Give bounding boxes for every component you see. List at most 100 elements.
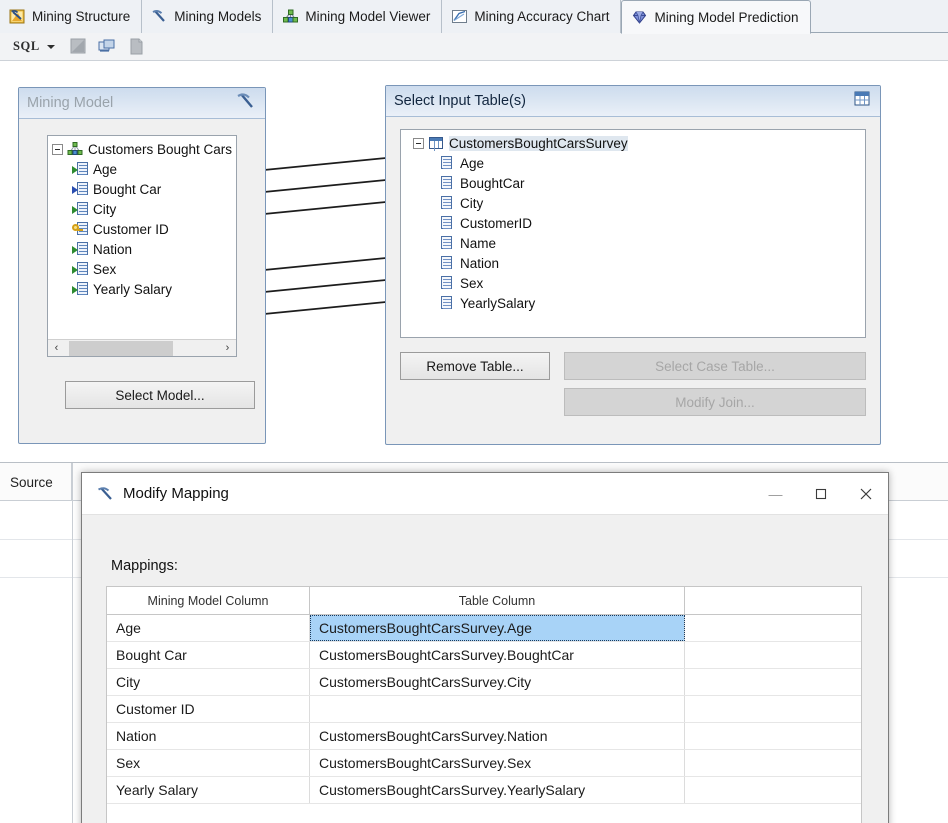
model-network-icon xyxy=(67,141,83,157)
modify-mapping-dialog: Modify Mapping — Mappings: Mining Model … xyxy=(81,472,889,823)
select-model-button[interactable]: Select Model... xyxy=(65,381,255,409)
table-column-icon xyxy=(439,255,455,271)
tree-item-customer-id[interactable]: Customer ID xyxy=(48,219,236,239)
pickaxe-icon[interactable] xyxy=(235,91,257,115)
tree-item-customerid[interactable]: CustomerID xyxy=(401,213,865,233)
tree-item-label: Age xyxy=(93,161,118,177)
tree-item-label: BoughtCar xyxy=(460,175,525,191)
close-icon[interactable] xyxy=(843,473,888,514)
input-table-tree[interactable]: CustomersBoughtCarsSurvey Age BoughtCar xyxy=(400,129,866,338)
cell-table-column[interactable]: CustomersBoughtCarsSurvey.Sex xyxy=(310,750,685,776)
table-icon[interactable] xyxy=(852,90,872,112)
collapse-icon[interactable] xyxy=(52,143,63,155)
tree-item-label: Yearly Salary xyxy=(93,281,173,297)
tree-item-label: Age xyxy=(460,155,485,171)
cell-model-column: Age xyxy=(107,615,310,641)
table-column-icon xyxy=(439,155,455,171)
sql-view-button[interactable]: SQL xyxy=(9,37,44,56)
chevron-right-icon[interactable]: › xyxy=(219,340,236,357)
result-view-button[interactable] xyxy=(126,37,146,56)
mappings-table-header: Mining Model Column Table Column xyxy=(107,587,861,615)
remove-table-button[interactable]: Remove Table... xyxy=(400,352,550,380)
table-column-icon xyxy=(439,215,455,231)
tree-item-yearly-salary[interactable]: Yearly Salary xyxy=(48,279,236,299)
cell-spacer xyxy=(685,696,861,722)
tree-item-label: Sex xyxy=(460,275,484,291)
tree-item-age[interactable]: Age xyxy=(48,159,236,179)
collapse-icon[interactable] xyxy=(413,137,424,149)
tree-item-nation[interactable]: Nation xyxy=(48,239,236,259)
cell-table-column[interactable]: CustomersBoughtCarsSurvey.YearlySalary xyxy=(310,777,685,803)
panel-title: Mining Model xyxy=(27,95,114,111)
tab-label: Mining Structure xyxy=(32,9,131,24)
toolbar: SQL xyxy=(0,33,948,61)
select-case-table-button: Select Case Table... xyxy=(564,352,866,380)
maximize-icon[interactable] xyxy=(798,473,843,514)
tree-item-age[interactable]: Age xyxy=(401,153,865,173)
tree-item-label: City xyxy=(460,195,484,211)
table-column-icon xyxy=(439,235,455,251)
table-row[interactable]: Yearly Salary CustomersBoughtCarsSurvey.… xyxy=(107,777,861,804)
tree-item-label: CustomerID xyxy=(460,215,533,231)
mining-model-panel-body: Customers Bought Cars Age Bought Car Cit… xyxy=(19,119,265,443)
cell-model-column: Bought Car xyxy=(107,642,310,668)
table-row[interactable]: Bought Car CustomersBoughtCarsSurvey.Bou… xyxy=(107,642,861,669)
key-column-icon xyxy=(72,221,88,237)
dialog-title-bar[interactable]: Modify Mapping — xyxy=(82,473,888,514)
column-header-mining-model-column[interactable]: Mining Model Column xyxy=(107,587,310,614)
table-row[interactable]: City CustomersBoughtCarsSurvey.City xyxy=(107,669,861,696)
cell-table-column[interactable]: CustomersBoughtCarsSurvey.Nation xyxy=(310,723,685,749)
query-view-button[interactable] xyxy=(97,37,117,56)
scrollbar-track[interactable] xyxy=(65,340,219,357)
tree-item-nation[interactable]: Nation xyxy=(401,253,865,273)
tree-item-bought-car[interactable]: Bought Car xyxy=(48,179,236,199)
pickaxe-icon xyxy=(96,484,115,503)
tree-item-boughtcar[interactable]: BoughtCar xyxy=(401,173,865,193)
cell-table-column[interactable]: CustomersBoughtCarsSurvey.Age xyxy=(310,615,685,641)
column-header-spacer xyxy=(685,587,861,614)
modify-join-button: Modify Join... xyxy=(564,388,866,416)
design-view-button[interactable] xyxy=(68,37,88,56)
tab-mining-accuracy-chart[interactable]: Mining Accuracy Chart xyxy=(442,0,622,33)
tree-item-city[interactable]: City xyxy=(401,193,865,213)
mining-model-tree[interactable]: Customers Bought Cars Age Bought Car Cit… xyxy=(47,135,237,357)
tab-strip: Mining Structure Mining Models Mining Mo… xyxy=(0,0,948,34)
column-header-table-column[interactable]: Table Column xyxy=(310,587,685,614)
cell-model-column: City xyxy=(107,669,310,695)
predict-column-icon xyxy=(72,181,88,197)
tree-root-node[interactable]: Customers Bought Cars xyxy=(48,139,236,159)
tree-item-sex[interactable]: Sex xyxy=(48,259,236,279)
cell-table-column[interactable]: CustomersBoughtCarsSurvey.City xyxy=(310,669,685,695)
table-row[interactable]: Sex CustomersBoughtCarsSurvey.Sex xyxy=(107,750,861,777)
cell-table-column[interactable]: CustomersBoughtCarsSurvey.BoughtCar xyxy=(310,642,685,668)
minimize-icon[interactable]: — xyxy=(753,473,798,514)
input-column-icon xyxy=(72,281,88,297)
tab-mining-model-prediction[interactable]: Mining Model Prediction xyxy=(621,0,811,34)
tree-item-sex[interactable]: Sex xyxy=(401,273,865,293)
table-row[interactable]: Customer ID xyxy=(107,696,861,723)
chevron-left-icon[interactable]: ‹ xyxy=(48,340,65,357)
tab-mining-structure[interactable]: Mining Structure xyxy=(0,0,143,33)
tree-item-yearlysalary[interactable]: YearlySalary xyxy=(401,293,865,313)
input-column-icon xyxy=(72,161,88,177)
tab-mining-model-viewer[interactable]: Mining Model Viewer xyxy=(273,0,443,33)
scrollbar-thumb[interactable] xyxy=(69,340,173,356)
tab-mining-models[interactable]: Mining Models xyxy=(142,0,274,33)
tree-root-node[interactable]: CustomersBoughtCarsSurvey xyxy=(401,133,865,153)
column-header-source[interactable]: Source xyxy=(0,463,72,501)
tree-item-city[interactable]: City xyxy=(48,199,236,219)
tree-item-label: Nation xyxy=(93,241,133,257)
prediction-design-surface: Mining Model Customers Bought Cars Age B… xyxy=(0,61,948,462)
table-row[interactable]: Age CustomersBoughtCarsSurvey.Age xyxy=(107,615,861,642)
mining-model-panel-header: Mining Model xyxy=(19,88,265,119)
chevron-down-icon[interactable] xyxy=(46,44,55,49)
tree-horizontal-scrollbar[interactable]: ‹ › xyxy=(48,339,236,356)
cell-table-column[interactable] xyxy=(310,696,685,722)
tree-item-name[interactable]: Name xyxy=(401,233,865,253)
tab-label: Mining Models xyxy=(174,9,262,24)
table-column-icon xyxy=(439,275,455,291)
input-column-icon xyxy=(72,241,88,257)
tree-item-label: Customer ID xyxy=(93,221,169,237)
table-row[interactable]: Nation CustomersBoughtCarsSurvey.Nation xyxy=(107,723,861,750)
cell-spacer xyxy=(685,669,861,695)
